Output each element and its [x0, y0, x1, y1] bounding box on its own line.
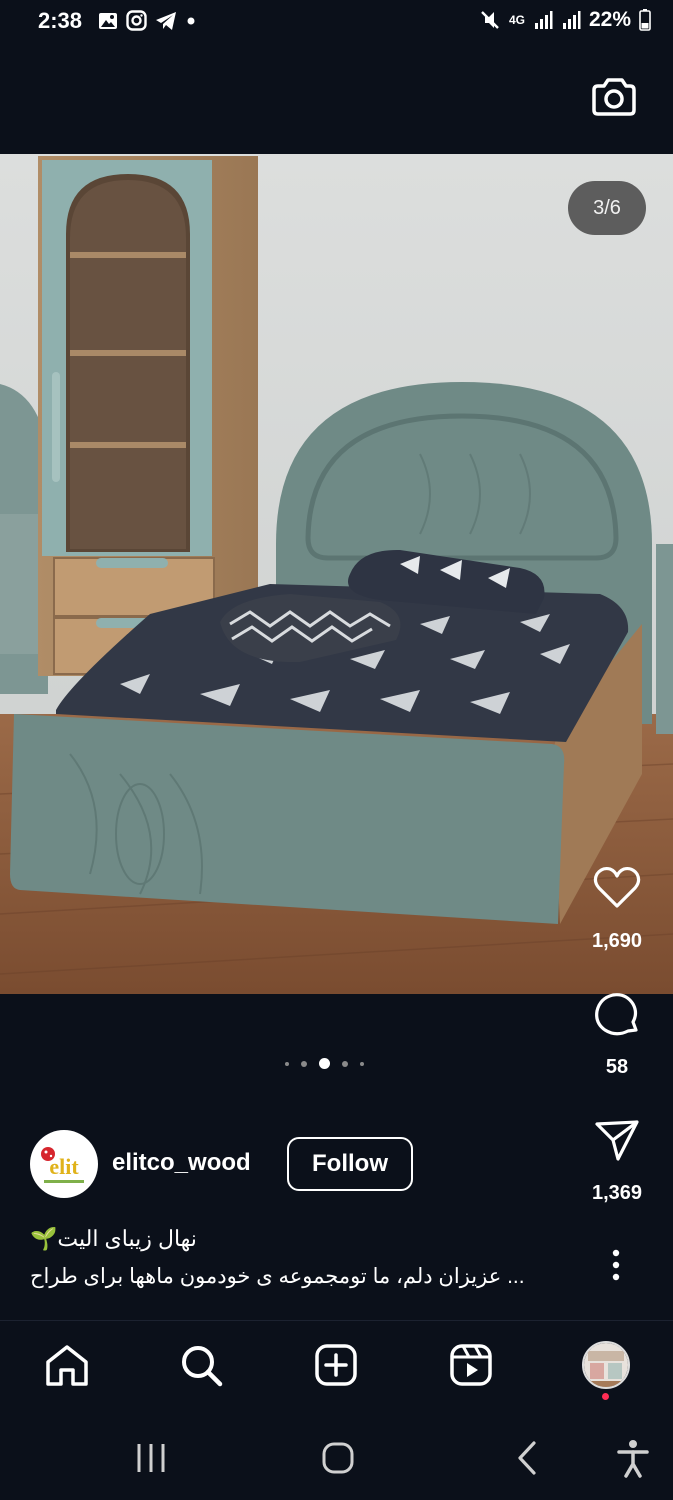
elit-logo: elit [31, 1131, 97, 1197]
carousel-dot-active [319, 1058, 330, 1069]
like-count: 1,690 [591, 930, 643, 952]
search-icon[interactable] [178, 1342, 224, 1388]
comment-count: 58 [605, 1056, 629, 1078]
network-4g-label: 4G [508, 12, 525, 27]
signal-icon [562, 11, 581, 29]
comment-icon[interactable] [592, 990, 642, 1040]
gallery-icon [99, 12, 117, 29]
signal-icon [534, 11, 553, 29]
share-count: 1,369 [591, 1182, 643, 1204]
recents-icon[interactable] [132, 1436, 170, 1480]
carousel-dot [342, 1060, 348, 1067]
home-button-icon[interactable] [318, 1436, 358, 1480]
nav-divider [0, 1320, 673, 1321]
instagram-icon [126, 10, 147, 31]
follow-button[interactable]: Follow [287, 1137, 413, 1191]
battery-icon [639, 9, 651, 31]
carousel-dot [301, 1060, 307, 1067]
svg-text:elit: elit [49, 1154, 79, 1179]
mute-icon [481, 11, 499, 29]
carousel-dot [285, 1061, 289, 1066]
status-time: 2:38 [38, 8, 83, 33]
caption-text[interactable]: عزیزان دلم، ما تومجموعه ی خودمون ماهها ب… [30, 1264, 560, 1289]
battery-percent: 22% [588, 8, 631, 31]
carousel-dot [360, 1061, 364, 1066]
profile-photo [584, 1343, 628, 1387]
status-bar: 2:38 4G 22% [0, 0, 673, 46]
like-icon[interactable] [592, 866, 642, 910]
status-left-icons [98, 10, 197, 31]
share-icon[interactable] [594, 1118, 640, 1162]
camera-icon[interactable] [590, 74, 636, 118]
create-icon[interactable] [313, 1342, 359, 1388]
bedroom-photo [0, 154, 673, 994]
avatar[interactable]: elit [30, 1130, 98, 1198]
status-right: 4G 22% [479, 8, 651, 32]
profile-avatar[interactable] [582, 1341, 630, 1389]
accessibility-icon[interactable] [614, 1436, 652, 1480]
carousel-indicator [285, 1058, 364, 1069]
back-icon[interactable] [512, 1436, 542, 1480]
telegram-icon [156, 11, 176, 30]
post-image[interactable] [0, 154, 673, 994]
caption-title[interactable]: نهال زیبای الیت🌱 [30, 1226, 220, 1252]
reels-icon[interactable] [448, 1342, 494, 1388]
more-options-icon[interactable] [606, 1248, 626, 1282]
home-icon[interactable] [44, 1342, 90, 1388]
dot-icon [187, 17, 195, 24]
image-counter: 3/6 [568, 181, 646, 235]
notification-dot [602, 1393, 609, 1400]
username[interactable]: elitco_wood [112, 1149, 251, 1177]
